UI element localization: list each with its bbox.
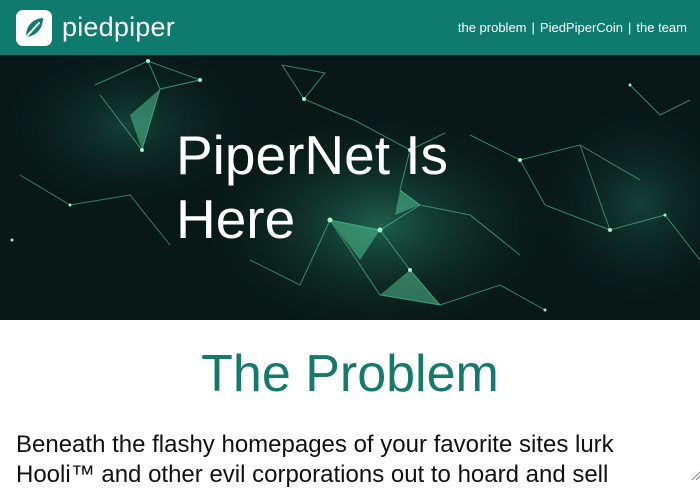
resize-handle-icon[interactable] (690, 470, 700, 480)
leaf-logo-icon (16, 9, 52, 46)
section-title-the-problem: The Problem (201, 345, 499, 403)
nav-link-the-team[interactable]: the team (636, 20, 687, 35)
nav-link-piedpipercoin[interactable]: PiedPiperCoin (540, 20, 623, 35)
main-nav: the problem | PiedPiperCoin | the team (458, 20, 687, 35)
hero-banner: PiperNet Is Here (0, 55, 700, 320)
brand-home-link[interactable]: piedpiper (16, 9, 175, 46)
nav-link-the-problem[interactable]: the problem (458, 20, 527, 35)
brand-name: piedpiper (62, 12, 175, 42)
top-navbar: piedpiper the problem | PiedPiperCoin | … (0, 0, 700, 55)
nav-separator: | (628, 20, 632, 35)
section-body-text: Beneath the flashy homepages of your fav… (16, 431, 614, 488)
hero-title: PiperNet Is Here (176, 124, 449, 250)
nav-separator: | (531, 20, 535, 35)
